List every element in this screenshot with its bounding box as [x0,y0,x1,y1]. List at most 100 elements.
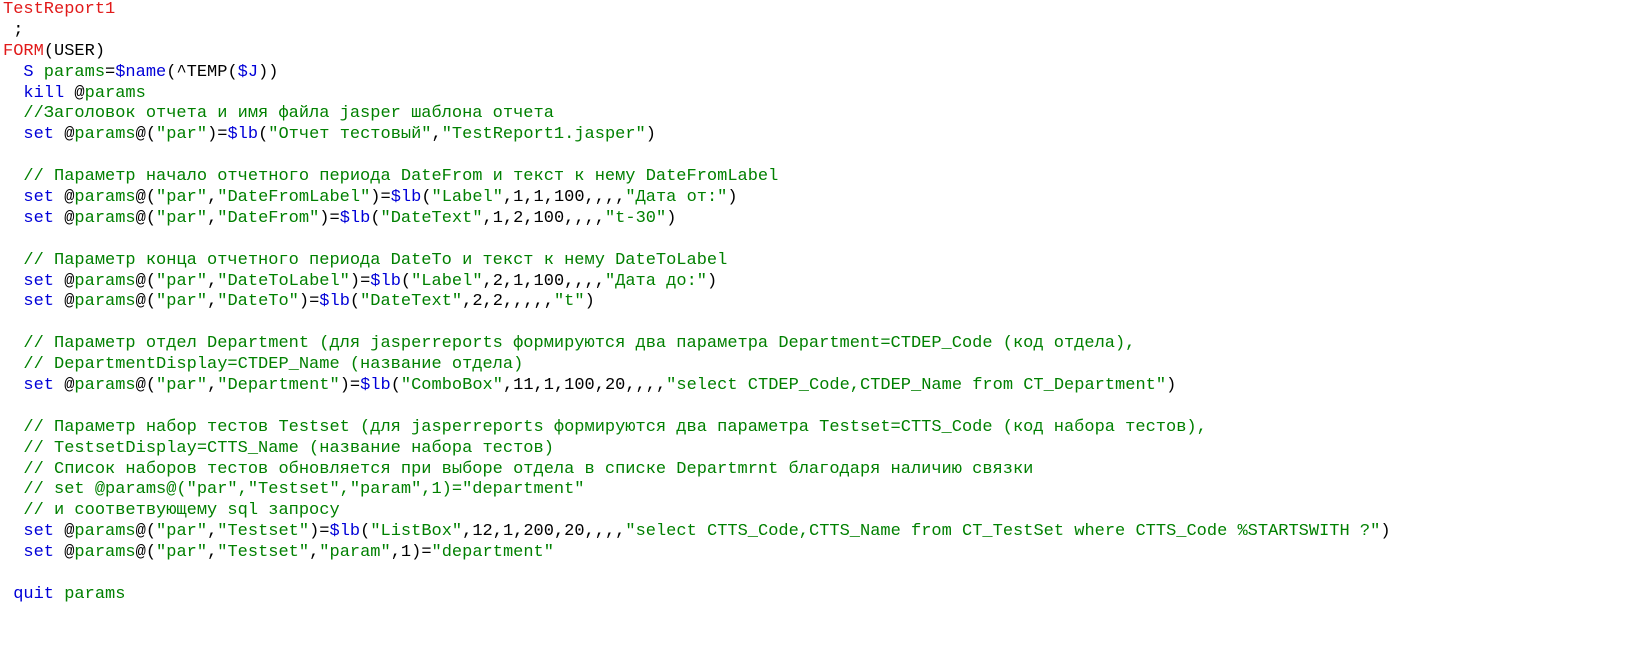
code-token-str: "Label" [411,271,483,291]
blank-line[interactable] [0,313,1643,334]
code-token-cmd: set [23,543,55,563]
code-token-str: "department" [431,543,554,563]
code-line[interactable]: // и соответвующему sql запросу [0,501,1643,522]
code-token-str: "par" [156,522,208,542]
code-line[interactable]: // Параметр отдел Department (для jasper… [0,334,1643,355]
code-token-plain: ,1,2,100,,,, [482,208,605,228]
code-token-plain: ) [666,208,677,228]
code-line[interactable]: set @params@("par","Testset","param",1)=… [0,543,1643,564]
code-token-func: $lb [329,522,361,542]
code-token-str: "par" [156,188,208,208]
code-token-func: $lb [390,188,422,208]
code-line[interactable]: // set @params@("par","Testset","param",… [0,480,1643,501]
code-token-cmd: set [23,522,55,542]
code-token-plain: @( [135,522,157,542]
code-line[interactable]: ; [0,21,1643,42]
code-token-plain: @ [54,208,75,228]
code-token-plain: )= [349,271,371,291]
code-token-plain: @ [54,522,75,542]
code-token-var: params [74,125,136,145]
code-token-plain: @ [54,292,75,312]
code-token-plain: ( [400,271,412,291]
code-token-str: "select CTDEP_Code,CTDEP_Name from CT_De… [666,376,1167,396]
code-token-var: params [74,271,136,291]
code-token-plain: )= [309,522,330,542]
code-line[interactable]: FORM(USER) [0,42,1643,63]
code-token-var: params [84,83,146,103]
code-line[interactable]: // Список наборов тестов обновляется при… [0,460,1643,481]
code-token-plain: ( [421,188,432,208]
code-token-plain: ,2,1,100,,,, [482,271,605,291]
code-token-plain: )= [319,208,340,228]
code-line[interactable]: set @params@("par","DateTo")=$lb("DateTe… [0,292,1643,313]
code-token-str: "ComboBox" [400,376,503,396]
code-token-plain: , [207,522,218,542]
code-line[interactable]: set @params@("par","DateToLabel")=$lb("L… [0,272,1643,293]
code-line[interactable]: // Параметр начало отчетного периода Dat… [0,167,1643,188]
code-line[interactable]: set @params@("par")=$lb("Отчет тестовый"… [0,125,1643,146]
code-token-comment: // set @params@("par","Testset","param",… [3,480,585,500]
code-token-str: "Department" [217,376,340,396]
code-token-str: "par" [156,208,208,228]
code-token-str: "TestReport1.jasper" [441,125,646,145]
blank-line[interactable] [0,146,1643,167]
code-token-cmd: set [23,271,55,291]
code-token-str: "Отчет тестовый" [268,125,432,145]
code-token-plain: ,12,1,200,20,,,, [462,522,626,542]
code-token-str: "DateText" [360,292,463,312]
code-line[interactable]: TestReport1 [0,0,1643,21]
code-line[interactable]: //Заголовок отчета и имя файла jasper ша… [0,104,1643,125]
code-token-var: params [74,543,136,563]
code-line[interactable]: // Параметр конца отчетного периода Date… [0,251,1643,272]
code-editor[interactable]: TestReport1 ; FORM(USER) S params=$name(^… [0,0,1643,647]
code-token-plain: = [105,62,116,82]
code-line[interactable]: S params=$name(^TEMP($J)) [0,63,1643,84]
code-token-func: $lb [370,271,401,291]
code-token-str: "par" [156,125,208,145]
code-token-plain: , [207,292,218,312]
code-line[interactable]: set @params@("par","Department")=$lb("Co… [0,376,1643,397]
code-token-comment: // Параметр конца отчетного периода Date… [3,250,728,270]
code-token-comment: // Параметр набор тестов Testset (для ja… [3,417,1207,437]
code-token-plain: , [431,125,442,145]
code-token-comment: // DepartmentDisplay=CTDEP_Name (названи… [3,355,524,375]
code-token-str: "Label" [431,188,503,208]
code-token-func: $J [237,62,259,82]
code-token-str: "DateTo" [217,292,299,312]
code-line[interactable]: // TestsetDisplay=CTTS_Name (название на… [0,439,1643,460]
code-line[interactable]: set @params@("par","DateFromLabel")=$lb(… [0,188,1643,209]
code-token-plain: @ [54,543,75,563]
code-token-var: params [54,584,126,604]
code-line[interactable]: set @params@("par","DateFrom")=$lb("Date… [0,209,1643,230]
code-token-plain: , [207,271,218,291]
code-token-plain: ) [727,188,738,208]
code-line[interactable]: quit params [0,585,1643,606]
code-token-func: $lb [360,376,391,396]
code-line[interactable]: set @params@("par","Testset")=$lb("ListB… [0,522,1643,543]
code-token-plain: )= [370,188,391,208]
code-token-plain: (USER) [43,41,106,61]
code-token-var: params [74,188,136,208]
code-line[interactable]: // Параметр набор тестов Testset (для ja… [0,418,1643,439]
blank-line[interactable] [0,230,1643,251]
blank-line[interactable] [0,397,1643,418]
code-token-cmd: quit [13,584,55,604]
blank-line[interactable] [0,564,1643,585]
code-token-str: "par" [156,543,208,563]
code-line[interactable]: // DepartmentDisplay=CTDEP_Name (названи… [0,355,1643,376]
code-token-plain: @ [54,125,75,145]
code-token-str: "par" [156,271,208,291]
code-token-str: "t" [553,292,585,312]
code-token-comment: // Параметр начало отчетного периода Dat… [3,167,779,187]
code-token-plain: ( [258,125,269,145]
code-token-plain: @ [54,188,75,208]
code-line[interactable]: kill @params [0,84,1643,105]
code-token-plain: , [207,543,218,563]
code-token-func: $lb [339,208,371,228]
